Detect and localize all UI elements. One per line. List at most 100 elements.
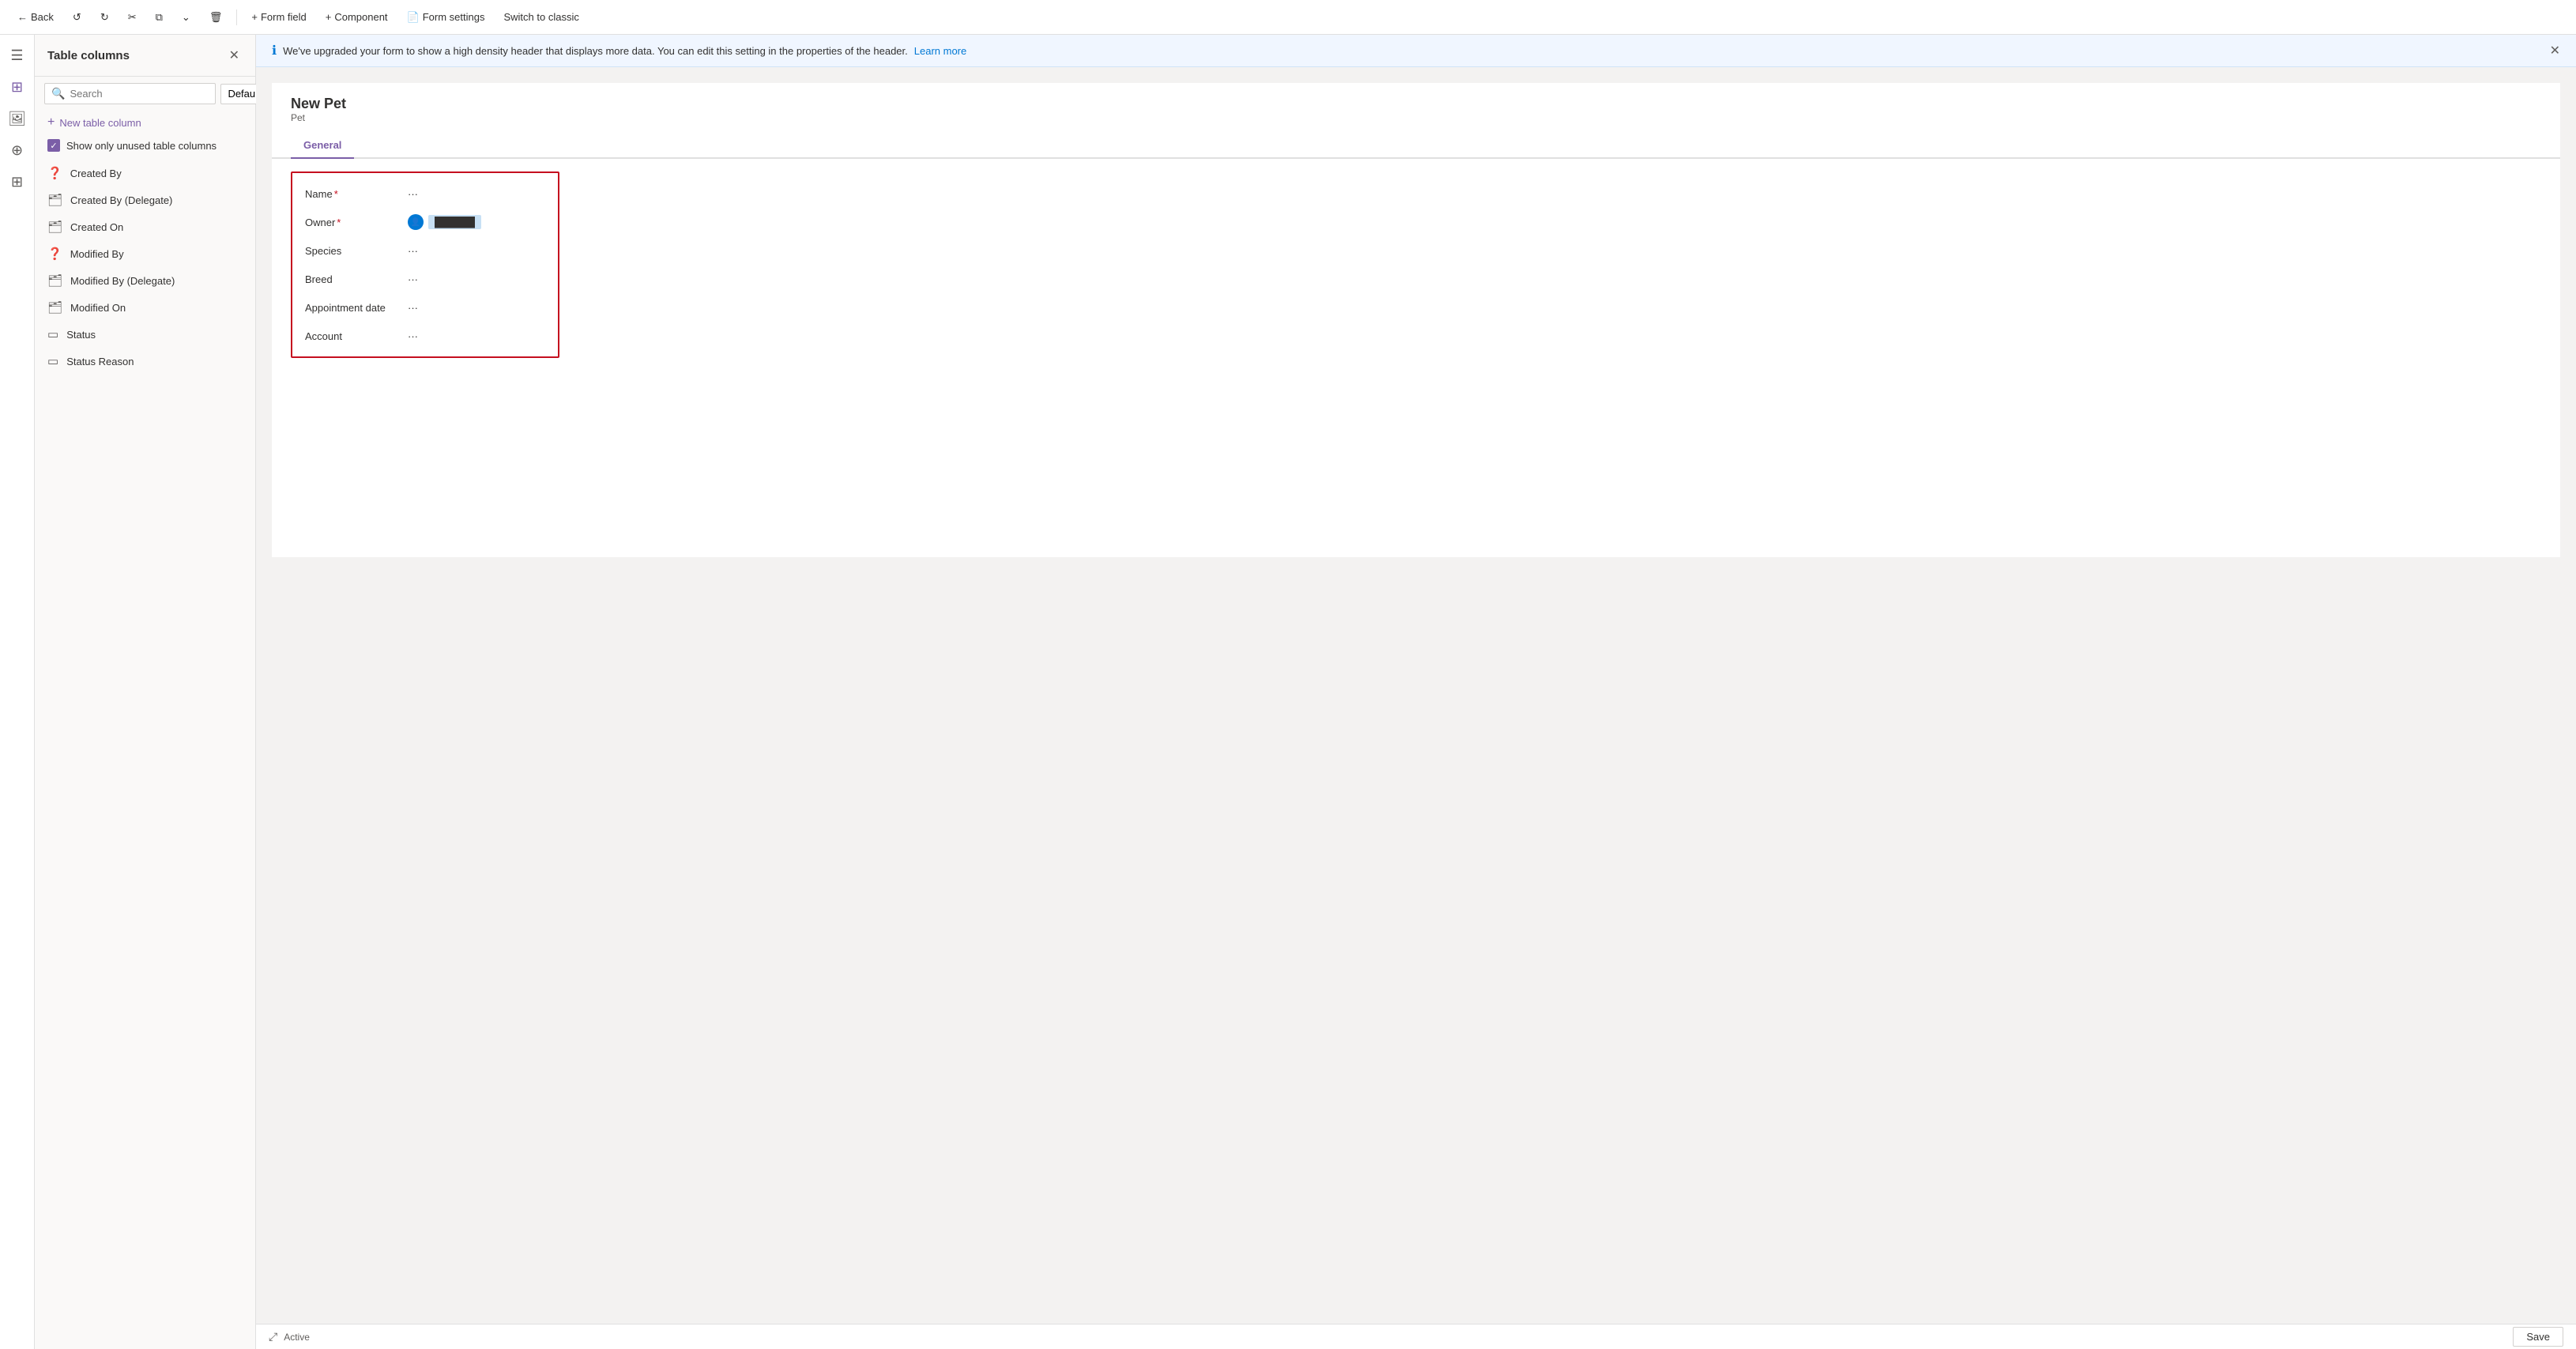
- name-value: ···: [408, 188, 418, 200]
- show-unused-row[interactable]: Show only unused table columns: [35, 134, 255, 160]
- banner-message: We've upgraded your form to show a high …: [283, 45, 908, 57]
- appointment-date-value: ···: [408, 302, 418, 314]
- grid-icon2: 🗂: [47, 273, 62, 288]
- sidebar-menu-icon[interactable]: ☰: [3, 41, 32, 70]
- sidebar-apps-icon[interactable]: ⊞: [3, 168, 32, 196]
- redo-icon: ↻: [100, 11, 109, 24]
- status-reason-icon: ▭: [47, 354, 58, 368]
- form-header: New Pet Pet: [272, 83, 2560, 123]
- show-unused-checkbox[interactable]: [47, 139, 60, 152]
- question-icon2: ❓: [47, 247, 62, 261]
- owner-label: Owner*: [305, 217, 408, 228]
- owner-value: 👤 ██████: [408, 214, 481, 230]
- form-canvas: New Pet Pet General Name* ···: [256, 67, 2576, 1324]
- toolbar-separator: [236, 9, 237, 25]
- owner-avatar: 👤: [408, 214, 424, 230]
- plus-icon2: +: [326, 11, 332, 23]
- info-icon: ℹ: [272, 43, 277, 58]
- panel-header: Table columns ✕: [35, 35, 255, 77]
- form-record-subtitle: Pet: [291, 112, 2541, 123]
- delete-icon: 🗑: [209, 11, 223, 24]
- search-icon: 🔍: [51, 87, 65, 100]
- form-container: New Pet Pet General Name* ···: [272, 83, 2560, 557]
- species-value: ···: [408, 245, 418, 257]
- status-icon: ▭: [47, 327, 58, 341]
- chevron-down-icon: ⌄: [182, 11, 190, 24]
- column-item-modified-on[interactable]: 🗂 Modified On: [35, 294, 255, 321]
- undo-icon: ↺: [73, 11, 81, 24]
- column-item-created-on[interactable]: 🗂 Created On: [35, 213, 255, 240]
- column-item-status-reason[interactable]: ▭ Status Reason: [35, 348, 255, 375]
- component-button[interactable]: + Component: [318, 8, 396, 26]
- form-row-name: Name* ···: [292, 179, 558, 208]
- column-item-created-by-delegate[interactable]: 🗂 Created By (Delegate): [35, 187, 255, 213]
- form-record-title: New Pet: [291, 96, 2541, 112]
- column-item-modified-by-delegate[interactable]: 🗂 Modified By (Delegate): [35, 267, 255, 294]
- search-box: 🔍: [44, 83, 216, 104]
- form-section: Name* ··· Owner* 👤 ██████: [291, 171, 559, 358]
- back-button[interactable]: ← Back: [9, 8, 62, 26]
- breed-label: Breed: [305, 273, 408, 285]
- copy-button[interactable]: ⧉: [148, 8, 171, 27]
- sidebar-icons: ☰ ⊞ 🖼 ⊕ ⊞: [0, 35, 35, 1349]
- panel-close-button[interactable]: ✕: [226, 44, 243, 66]
- switch-classic-button[interactable]: Switch to classic: [495, 8, 586, 26]
- main-layout: ☰ ⊞ 🖼 ⊕ ⊞ Table columns ✕ 🔍 Default ⌄ + …: [0, 35, 2576, 1349]
- calendar-icon2: 🗂: [47, 300, 62, 315]
- columns-list: ❓ Created By 🗂 Created By (Delegate) 🗂 C…: [35, 160, 255, 1349]
- form-row-species: Species ···: [292, 236, 558, 265]
- redo-button[interactable]: ↻: [92, 8, 117, 27]
- banner-close-button[interactable]: ✕: [2550, 43, 2560, 58]
- form-row-owner: Owner* 👤 ██████: [292, 208, 558, 236]
- search-input[interactable]: [70, 88, 209, 100]
- show-unused-label: Show only unused table columns: [66, 140, 217, 152]
- tab-general[interactable]: General: [291, 133, 354, 159]
- new-table-column-button[interactable]: + New table column: [35, 111, 255, 134]
- account-value: ···: [408, 330, 418, 342]
- form-row-appointment-date: Appointment date ···: [292, 293, 558, 322]
- grid-icon: 🗂: [47, 193, 62, 207]
- question-icon: ❓: [47, 166, 62, 180]
- name-label: Name*: [305, 188, 408, 200]
- owner-required: *: [337, 217, 341, 228]
- content-area: ℹ We've upgraded your form to show a hig…: [256, 35, 2576, 1349]
- sidebar-layers-icon[interactable]: ⊕: [3, 136, 32, 164]
- delete-button[interactable]: 🗑: [201, 8, 231, 27]
- form-tabs: General: [272, 133, 2560, 159]
- search-row: 🔍 Default ⌄: [35, 77, 255, 111]
- copy-icon: ⧉: [156, 11, 163, 24]
- column-item-status[interactable]: ▭ Status: [35, 321, 255, 348]
- cut-icon: ✂: [128, 11, 137, 24]
- form-settings-icon: 📄: [407, 11, 420, 24]
- plus-icon: +: [47, 115, 55, 130]
- save-button[interactable]: Save: [2513, 1327, 2563, 1347]
- expand-icon[interactable]: ⤢: [269, 1330, 277, 1343]
- plus-icon: +: [251, 11, 258, 23]
- form-settings-button[interactable]: 📄 Form settings: [399, 8, 493, 27]
- active-status: Active: [284, 1332, 310, 1343]
- toolbar: ← Back ↺ ↻ ✂ ⧉ ⌄ 🗑 + Form field + Compon…: [0, 0, 2576, 35]
- sidebar-grid-icon[interactable]: ⊞: [3, 73, 32, 101]
- appointment-date-label: Appointment date: [305, 302, 408, 314]
- species-label: Species: [305, 245, 408, 257]
- breed-value: ···: [408, 273, 418, 285]
- name-required: *: [334, 188, 338, 200]
- more-button[interactable]: ⌄: [174, 8, 198, 27]
- info-banner-left: ℹ We've upgraded your form to show a hig…: [272, 43, 966, 58]
- column-item-modified-by[interactable]: ❓ Modified By: [35, 240, 255, 267]
- form-row-account: Account ···: [292, 322, 558, 350]
- owner-name: ██████: [428, 215, 481, 229]
- column-item-created-by[interactable]: ❓ Created By: [35, 160, 255, 187]
- status-bar: ⤢ Active Save: [256, 1324, 2576, 1349]
- form-field-button[interactable]: + Form field: [243, 8, 314, 26]
- learn-more-link[interactable]: Learn more: [914, 45, 966, 57]
- panel-title: Table columns: [47, 49, 130, 62]
- undo-button[interactable]: ↺: [65, 8, 89, 27]
- sidebar-image-icon[interactable]: 🖼: [3, 104, 32, 133]
- info-banner: ℹ We've upgraded your form to show a hig…: [256, 35, 2576, 67]
- form-section-wrapper: Name* ··· Owner* 👤 ██████: [272, 159, 2560, 371]
- calendar-icon: 🗂: [47, 220, 62, 234]
- back-icon: ←: [17, 11, 28, 23]
- form-row-breed: Breed ···: [292, 265, 558, 293]
- cut-button[interactable]: ✂: [120, 8, 145, 27]
